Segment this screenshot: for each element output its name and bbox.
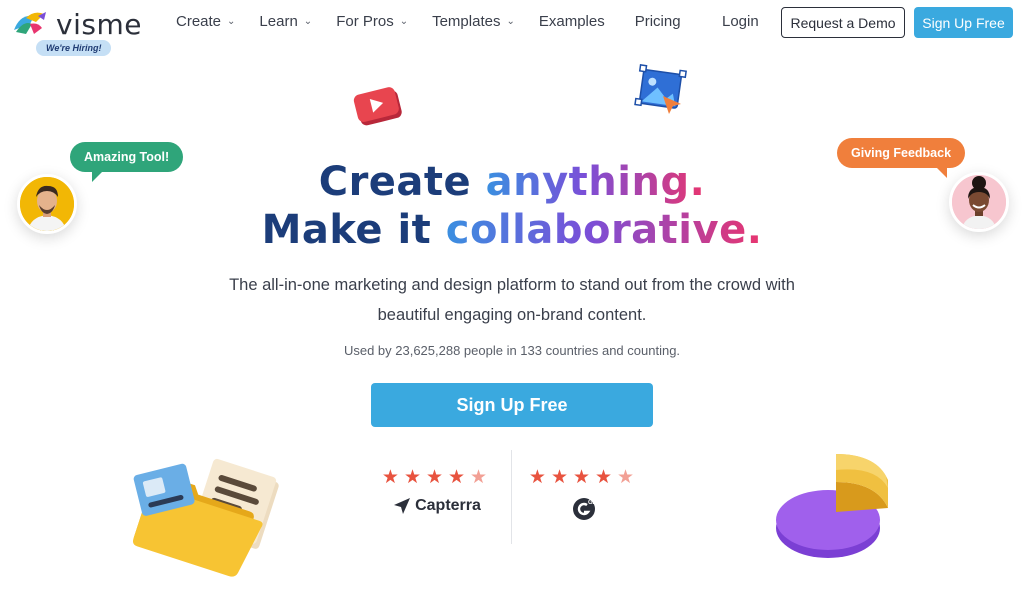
nav-item-for-pros[interactable]: For Pros ⌄ — [336, 13, 408, 30]
g2-logo-text: G2 — [588, 500, 596, 506]
ratings-divider — [511, 450, 512, 544]
hero-headline: Create anything. Make it collaborative. — [0, 158, 1024, 254]
nav-item-create[interactable]: Create ⌄ — [176, 13, 235, 30]
headline-highlight: collaborative. — [445, 207, 763, 253]
chevron-down-icon: ⌄ — [399, 16, 409, 27]
video-play-icon — [353, 87, 402, 126]
nav-item-learn[interactable]: Learn ⌄ — [259, 13, 312, 30]
folder-documents-icon — [132, 458, 279, 577]
nav-item-label: Create — [176, 13, 222, 30]
request-demo-button[interactable]: Request a Demo — [781, 7, 905, 38]
signup-button-hero[interactable]: Sign Up Free — [371, 383, 653, 427]
nav-item-label: Pricing — [634, 13, 681, 30]
chevron-down-icon: ⌄ — [303, 16, 313, 27]
g2-logo: G2 — [524, 497, 644, 521]
rating-source-label: Capterra — [415, 497, 481, 514]
chevron-down-icon: ⌄ — [227, 16, 236, 27]
image-edit-icon — [634, 64, 687, 114]
visme-logo[interactable]: visme We're Hiring! — [12, 8, 152, 56]
chevron-down-icon: ⌄ — [506, 16, 515, 27]
headline-highlight: anything. — [485, 159, 706, 205]
pie-chart-icon — [776, 454, 888, 558]
g2-logo-icon: G2 — [573, 498, 596, 520]
main-nav: Create ⌄ Learn ⌄ For Pros ⌄ Templates ⌄ … — [176, 13, 705, 30]
nav-item-templates[interactable]: Templates ⌄ — [432, 13, 515, 30]
nav-item-label: Examples — [538, 13, 605, 30]
nav-item-label: For Pros — [336, 13, 394, 30]
usage-stats: Used by 23,625,288 people in 133 countri… — [343, 343, 681, 358]
hero-subtitle: The all-in-one marketing and design plat… — [229, 276, 795, 324]
visme-logo-mark-icon — [14, 12, 46, 34]
capterra-logo: Capterra — [377, 497, 497, 515]
nav-item-label: Templates — [432, 13, 501, 30]
top-navigation: visme We're Hiring! Create ⌄ Learn ⌄ For… — [0, 0, 1024, 60]
headline-part: Make it — [261, 207, 446, 253]
star-rating-icon: ★★★★★ — [381, 467, 493, 488]
headline-part: Create — [318, 159, 486, 205]
nav-item-pricing[interactable]: Pricing — [635, 13, 681, 30]
brand-name: visme — [56, 8, 142, 41]
g2-rating[interactable]: ★★★★★ G2 — [524, 466, 644, 521]
star-rating-icon: ★★★★★ — [528, 467, 640, 488]
capterra-rating[interactable]: ★★★★★ Capterra — [377, 466, 497, 515]
hiring-badge[interactable]: We're Hiring! — [36, 40, 112, 56]
signup-button-header[interactable]: Sign Up Free — [914, 7, 1013, 38]
login-link[interactable]: Login — [722, 13, 759, 30]
nav-item-label: Learn — [259, 13, 298, 30]
nav-item-examples[interactable]: Examples — [539, 13, 605, 30]
capterra-arrow-icon — [394, 498, 411, 514]
